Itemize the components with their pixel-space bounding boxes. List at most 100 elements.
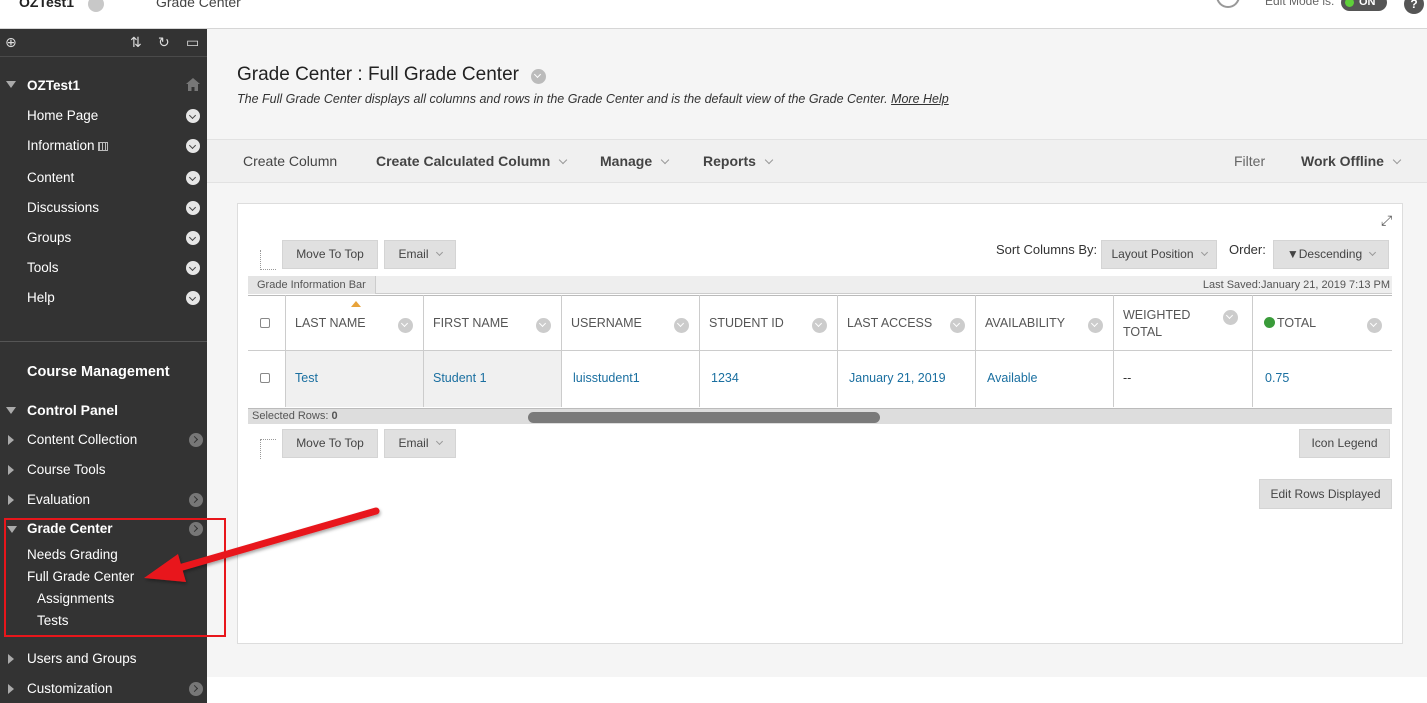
- control-panel-heading[interactable]: Control Panel: [27, 402, 118, 418]
- sort-columns-value: Layout Position: [1111, 247, 1194, 261]
- groups-menu-chevron-icon[interactable]: [186, 231, 200, 245]
- customization-expand-icon[interactable]: [8, 684, 14, 694]
- control-panel-collapse-icon[interactable]: [6, 407, 16, 414]
- course-title-row[interactable]: OZTest1: [0, 76, 207, 96]
- discussions-menu-chevron-icon[interactable]: [186, 201, 200, 215]
- sidebar-item-groups[interactable]: Groups: [27, 230, 71, 245]
- sidebar-item-tools[interactable]: Tools: [27, 260, 59, 275]
- column-header[interactable]: AVAILABILITY: [976, 295, 1113, 351]
- column-header[interactable]: TOTAL: [1253, 295, 1392, 351]
- cell-student-id[interactable]: 1234: [711, 371, 739, 385]
- sidebar-item-course-tools[interactable]: Course Tools: [27, 462, 106, 477]
- column-header[interactable]: USERNAME: [562, 295, 699, 351]
- cell-last-access[interactable]: January 21, 2019: [849, 371, 946, 385]
- add-menu-item-icon[interactable]: ⊕: [5, 34, 17, 51]
- cell-last-name[interactable]: Test: [295, 371, 318, 385]
- column-header[interactable]: LAST ACCESS: [838, 295, 975, 351]
- course-title[interactable]: OZTest1: [27, 78, 80, 93]
- column-header[interactable]: LAST NAME: [286, 295, 423, 351]
- sidebar-item-help[interactable]: Help: [27, 290, 55, 305]
- order-select[interactable]: ▼Descending: [1273, 240, 1389, 269]
- sidebar-item-content[interactable]: Content: [27, 170, 74, 185]
- manage-menu-button[interactable]: Manage: [600, 153, 670, 169]
- email-label: Email: [398, 247, 429, 261]
- tools-menu-chevron-icon[interactable]: [186, 261, 200, 275]
- column-menu-chevron-icon[interactable]: [674, 318, 689, 333]
- edit-rows-displayed-button[interactable]: Edit Rows Displayed: [1259, 479, 1392, 509]
- user-icon[interactable]: [1216, 0, 1240, 8]
- column-header[interactable]: STUDENT ID: [700, 295, 837, 351]
- create-calculated-column-label: Create Calculated Column: [376, 153, 551, 169]
- column-header[interactable]: FIRST NAME: [424, 295, 561, 351]
- column-menu-chevron-icon[interactable]: [812, 318, 827, 333]
- column-menu-chevron-icon[interactable]: [536, 318, 551, 333]
- edit-mode-state: ON: [1359, 0, 1376, 8]
- cell-weighted-total[interactable]: --: [1123, 371, 1131, 385]
- collapse-triangle-icon[interactable]: [6, 81, 16, 88]
- reorder-icon[interactable]: ⇅: [130, 34, 142, 51]
- edit-mode-label: Edit Mode is:: [1265, 0, 1335, 8]
- create-calculated-column-button[interactable]: Create Calculated Column: [376, 153, 568, 169]
- help-icon[interactable]: ?: [1404, 0, 1424, 14]
- breadcrumb[interactable]: Grade Center: [156, 0, 241, 10]
- selected-rows-status: Selected Rows: 0: [252, 410, 338, 422]
- evaluation-expand-icon[interactable]: [8, 495, 14, 505]
- help-menu-chevron-icon[interactable]: [186, 291, 200, 305]
- column-menu-chevron-icon[interactable]: [1088, 318, 1103, 333]
- create-column-button[interactable]: Create Column: [243, 153, 337, 169]
- course-name[interactable]: OZTest1: [19, 0, 74, 10]
- chevron-down-icon: [559, 155, 568, 165]
- filter-button[interactable]: Filter: [1234, 153, 1265, 169]
- more-help-link[interactable]: More Help: [891, 92, 949, 106]
- refresh-icon[interactable]: ↻: [158, 34, 170, 51]
- column-menu-chevron-icon[interactable]: [1223, 310, 1238, 325]
- move-to-top-button-bottom[interactable]: Move To Top: [282, 429, 378, 458]
- content-collection-go-icon[interactable]: [189, 433, 203, 447]
- home-icon[interactable]: [186, 78, 200, 91]
- sidebar-item-information[interactable]: Information: [27, 138, 109, 153]
- cell-username[interactable]: luisstudent1: [573, 371, 640, 385]
- cell-availability[interactable]: Available: [987, 371, 1038, 385]
- external-grade-check-icon: [1264, 317, 1275, 328]
- course-menu-chevron-icon[interactable]: [88, 0, 104, 12]
- cell-total[interactable]: 0.75: [1265, 371, 1289, 385]
- row-select-checkbox[interactable]: [260, 373, 270, 383]
- sidebar-item-evaluation[interactable]: Evaluation: [27, 492, 90, 507]
- column-header-label: WEIGHTED TOTAL: [1123, 308, 1191, 339]
- column-menu-chevron-icon[interactable]: [950, 318, 965, 333]
- horizontal-scrollbar[interactable]: [528, 412, 880, 423]
- email-button-bottom[interactable]: Email: [384, 429, 456, 458]
- select-all-checkbox[interactable]: [260, 318, 270, 328]
- information-menu-chevron-icon[interactable]: [186, 139, 200, 153]
- content-collection-expand-icon[interactable]: [8, 435, 14, 445]
- sidebar-item-discussions[interactable]: Discussions: [27, 200, 99, 215]
- cell-first-name[interactable]: Student 1: [433, 371, 487, 385]
- page-title-menu-chevron-icon[interactable]: [531, 69, 546, 84]
- icon-legend-button[interactable]: Icon Legend: [1299, 429, 1390, 458]
- reports-menu-button[interactable]: Reports: [703, 153, 774, 169]
- annotation-arrow-icon: [144, 507, 380, 582]
- column-last-name: LAST NAME Test: [286, 295, 424, 407]
- email-button[interactable]: Email: [384, 240, 456, 269]
- edit-mode-toggle[interactable]: ON: [1341, 0, 1387, 11]
- sidebar-item-customization[interactable]: Customization: [27, 681, 113, 696]
- customization-go-icon[interactable]: [189, 682, 203, 696]
- sidebar-item-users-and-groups[interactable]: Users and Groups: [27, 651, 137, 666]
- sidebar-item-content-collection[interactable]: Content Collection: [27, 432, 137, 447]
- users-and-groups-expand-icon[interactable]: [8, 654, 14, 664]
- column-first-name: FIRST NAME Student 1: [424, 295, 562, 407]
- fullscreen-expand-icon[interactable]: ⤢: [1381, 212, 1392, 229]
- work-offline-menu-button[interactable]: Work Offline: [1301, 153, 1402, 169]
- column-header[interactable]: WEIGHTED TOTAL: [1114, 295, 1252, 351]
- folder-view-icon[interactable]: ▭: [186, 34, 199, 51]
- move-to-top-button[interactable]: Move To Top: [282, 240, 378, 269]
- course-tools-expand-icon[interactable]: [8, 465, 14, 475]
- content-menu-chevron-icon[interactable]: [186, 171, 200, 185]
- sidebar-item-home-page[interactable]: Home Page: [27, 108, 98, 123]
- column-availability: AVAILABILITY Available: [976, 295, 1114, 407]
- grade-information-bar-tab[interactable]: Grade Information Bar: [248, 276, 376, 294]
- home-page-menu-chevron-icon[interactable]: [186, 109, 200, 123]
- column-menu-chevron-icon[interactable]: [1367, 318, 1382, 333]
- sort-columns-select[interactable]: Layout Position: [1101, 240, 1217, 269]
- column-menu-chevron-icon[interactable]: [398, 318, 413, 333]
